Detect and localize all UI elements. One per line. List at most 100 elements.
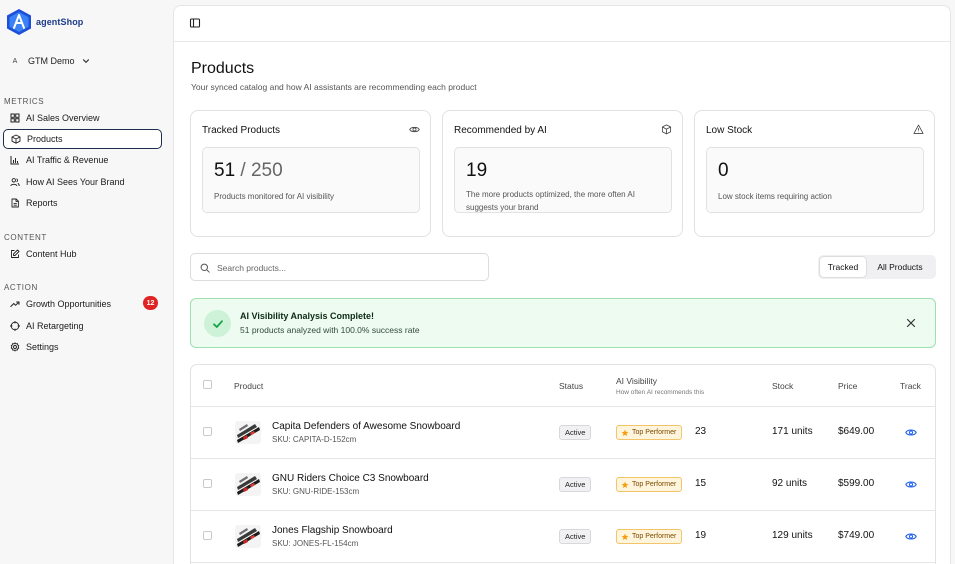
status-badge: Active: [559, 529, 592, 544]
close-icon[interactable]: [906, 318, 916, 328]
sidebar-item-ai-traffic-revenue[interactable]: AI Traffic & Revenue: [3, 150, 162, 170]
target-icon: [10, 321, 20, 331]
product-thumbnail: [235, 421, 261, 444]
column-subheader-ai-visibility: How often AI recommends this: [616, 389, 705, 396]
card-title: Low Stock: [706, 125, 753, 136]
stat-card-low-stock: Low Stock 0 Low stock items requiring ac…: [694, 110, 935, 237]
track-eye-icon[interactable]: [905, 427, 917, 438]
stock-value: 129 units: [772, 530, 813, 541]
card-body: 51 / 250 Products monitored for AI visib…: [202, 147, 420, 213]
sidebar-item-products[interactable]: Products: [3, 129, 162, 149]
performance-badge: Top Performer: [616, 529, 683, 544]
status-badge: Active: [559, 477, 592, 492]
status-badge: Active: [559, 425, 592, 440]
column-header-price[interactable]: Price: [838, 381, 857, 391]
sidebar-item-label: Settings: [26, 342, 59, 352]
sidebar-item-settings[interactable]: Settings: [3, 337, 162, 357]
column-header-ai-visibility[interactable]: AI Visibility: [616, 376, 657, 386]
performance-badge: Top Performer: [616, 425, 683, 440]
table-row[interactable]: GNU Riders Choice C3 Snowboard SKU: GNU-…: [191, 459, 935, 511]
main-panel: Products Your synced catalog and how AI …: [173, 5, 951, 564]
column-header-product[interactable]: Product: [234, 381, 263, 391]
stat-card-tracked-products: Tracked Products 51 / 250 Products monit…: [190, 110, 431, 237]
sidebar-item-ai-sales-overview[interactable]: AI Sales Overview: [3, 108, 162, 128]
edit-icon: [11, 249, 20, 258]
stat-card-recommended-by-ai: Recommended by AI 19 The more products o…: [442, 110, 683, 237]
row-checkbox[interactable]: [203, 479, 212, 488]
visibility-score: 19: [695, 530, 707, 541]
sidebar-item-ai-retargeting[interactable]: AI Retargeting: [3, 316, 162, 336]
product-thumbnail: [235, 525, 261, 548]
alert-message: 51 products analyzed with 100.0% success…: [240, 325, 420, 335]
sidebar-item-label: How AI Sees Your Brand: [26, 177, 125, 187]
visibility-score: 15: [695, 478, 707, 489]
bar-chart-icon: [10, 156, 19, 165]
chevron-down-icon: [82, 59, 89, 64]
sidebar-item-how-ai-sees-your-brand[interactable]: How AI Sees Your Brand: [3, 172, 162, 192]
product-thumbnail: [235, 473, 261, 496]
trending-up-icon: [10, 301, 20, 307]
grid-icon: [10, 113, 20, 123]
search-icon: [200, 263, 210, 273]
product-sku: SKU: JONES-FL-154cm: [272, 539, 359, 548]
sidebar-item-label: AI Retargeting: [26, 321, 84, 331]
stock-value: 92 units: [772, 478, 808, 489]
sidebar-item-label: AI Traffic & Revenue: [26, 155, 109, 165]
star-icon: [621, 481, 629, 488]
sidebar-toggle-icon[interactable]: [189, 17, 201, 29]
card-body: 19 The more products optimized, the more…: [454, 147, 672, 213]
alert-title: AI Visibility Analysis Complete!: [240, 311, 375, 321]
search-input[interactable]: [217, 260, 477, 275]
card-description: Products monitored for AI visibility: [214, 192, 335, 201]
select-all-checkbox[interactable]: [203, 380, 212, 389]
column-header-stock[interactable]: Stock: [772, 381, 793, 391]
stock-value: 171 units: [772, 426, 813, 437]
product-filter-toggle: Tracked All Products: [818, 255, 936, 279]
check-icon: [212, 319, 223, 328]
table-row[interactable]: Jones Flagship Snowboard SKU: JONES-FL-1…: [191, 511, 935, 563]
agentshop-logo-icon: [7, 9, 31, 35]
workspace-switcher[interactable]: A GTM Demo: [8, 53, 91, 69]
track-eye-icon[interactable]: [905, 531, 917, 542]
sidebar-item-reports[interactable]: Reports: [3, 193, 162, 213]
sidebar-item-label: Growth Opportunities: [26, 299, 112, 309]
sidebar-item-content-hub[interactable]: Content Hub: [3, 244, 162, 264]
section-label-metrics: METRICS: [4, 97, 45, 106]
table-row[interactable]: Capita Defenders of Awesome Snowboard SK…: [191, 407, 935, 459]
brand-logo[interactable]: agentShop: [6, 8, 83, 36]
column-header-status[interactable]: Status: [559, 381, 583, 391]
card-body: 0 Low stock items requiring action: [706, 147, 924, 213]
card-title: Tracked Products: [202, 125, 280, 136]
section-label-content: CONTENT: [4, 233, 47, 242]
page-title: Products: [191, 60, 255, 77]
sidebar-item-label: Content Hub: [26, 249, 77, 259]
page-subtitle: Your synced catalog and how AI assistant…: [191, 82, 477, 92]
product-name[interactable]: GNU Riders Choice C3 Snowboard: [272, 473, 429, 484]
product-search: [190, 253, 489, 281]
column-header-track: Track: [900, 381, 921, 391]
sidebar: agentShop A GTM Demo METRICS AI Sales Ov…: [0, 0, 172, 564]
track-eye-icon[interactable]: [905, 479, 917, 490]
row-checkbox[interactable]: [203, 427, 212, 436]
card-value: 51 / 250: [214, 160, 283, 181]
row-checkbox[interactable]: [203, 531, 212, 540]
filter-tracked-button[interactable]: Tracked: [820, 257, 866, 277]
star-icon: [621, 533, 629, 540]
product-sku: SKU: CAPITA-D-152cm: [272, 435, 357, 444]
card-value: 0: [718, 160, 729, 181]
sidebar-item-growth-opportunities[interactable]: Growth Opportunities 12: [3, 294, 162, 314]
product-name[interactable]: Jones Flagship Snowboard: [272, 525, 393, 536]
product-name[interactable]: Capita Defenders of Awesome Snowboard: [272, 421, 460, 432]
card-description: The more products optimized, the more of…: [466, 190, 635, 212]
top-bar: [174, 6, 950, 42]
price-value: $649.00: [838, 426, 875, 437]
package-icon: [661, 124, 672, 135]
star-icon: [621, 429, 629, 436]
filter-all-products-button[interactable]: All Products: [868, 257, 932, 277]
price-value: $749.00: [838, 530, 875, 541]
warning-icon: [913, 124, 924, 134]
box-icon: [11, 134, 21, 144]
eye-icon: [409, 126, 420, 133]
brand-name: agentShop: [36, 17, 84, 27]
price-value: $599.00: [838, 478, 875, 489]
